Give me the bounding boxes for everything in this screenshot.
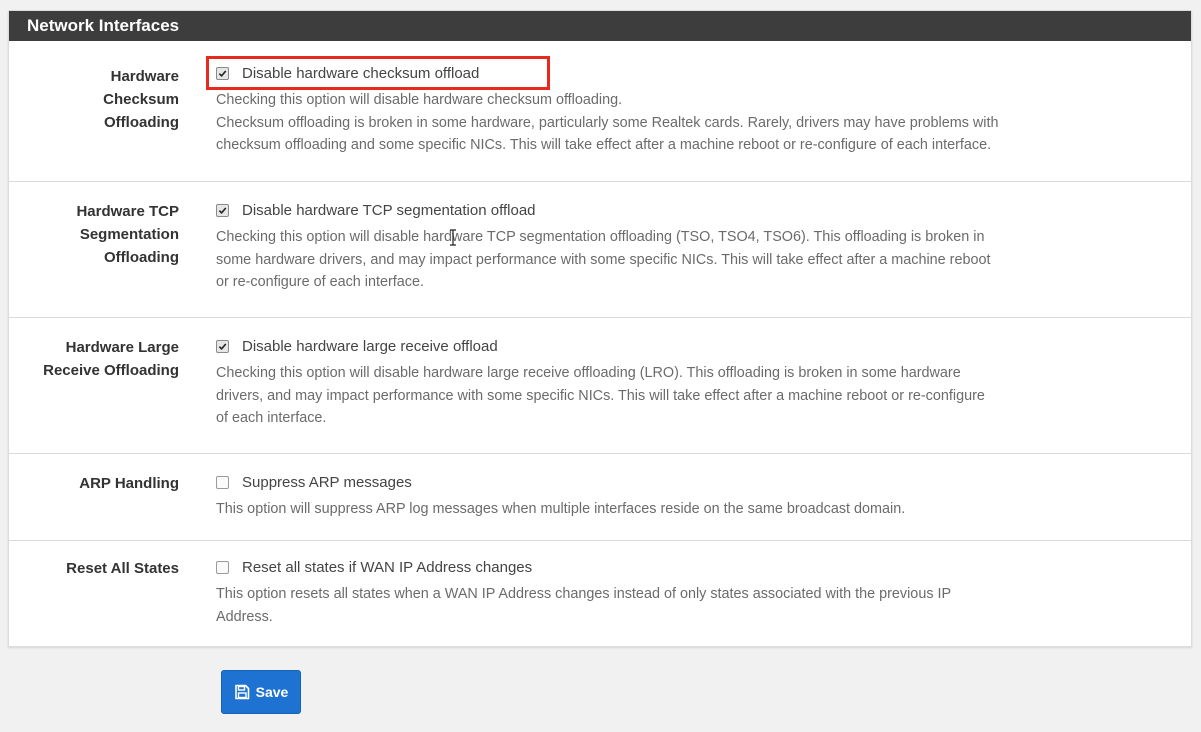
option-label: Hardware Large Receive Offloading [43,339,179,379]
save-button[interactable]: Save [221,670,301,714]
help-text: This option resets all states when a WAN… [216,586,952,625]
checkbox-label: Reset all states if WAN IP Address chang… [242,558,533,576]
reset-states-checkbox-line[interactable]: Reset all states if WAN IP Address chang… [216,556,1181,578]
help-text: This option will suppress ARP log messag… [216,501,906,517]
checkbox-label: Disable hardware TCP segmentation offloa… [242,201,536,219]
option-row-arp-handling: ARP Handling Suppress ARP messages This … [9,454,1191,541]
highlight-box [206,56,550,90]
save-button-label: Save [255,684,289,700]
help-text: Checking this option will disable hardwa… [216,229,991,290]
text-cursor-icon [450,229,456,246]
reset-states-checkbox[interactable] [216,560,229,574]
suppress-arp-checkbox[interactable] [216,475,229,489]
option-row-reset-states: Reset All States Reset all states if WAN… [9,541,1191,647]
panel-title: Network Interfaces [9,11,1191,41]
checkmark-icon [218,342,227,350]
network-interfaces-panel: Network Interfaces Hardware Checksum Off… [8,10,1192,647]
option-row-large-receive: Hardware Large Receive Offloading Disabl… [9,318,1191,454]
tcp-segmentation-checkbox-line[interactable]: Disable hardware TCP segmentation offloa… [216,199,1181,221]
disable-tso-checkbox[interactable] [216,203,229,217]
option-label: Hardware Checksum Offloading [103,68,179,131]
checkbox-label: Suppress ARP messages [242,473,412,491]
checkmark-icon [218,206,227,214]
floppy-disk-icon [234,684,249,700]
disable-lro-checkbox[interactable] [216,339,229,353]
option-row-checksum: Hardware Checksum Offloading Disable har… [9,41,1191,182]
option-row-tcp-segmentation: Hardware TCP Segmentation Offloading Dis… [9,182,1191,318]
option-label: Hardware TCP Segmentation Offloading [76,203,179,266]
large-receive-checkbox-line[interactable]: Disable hardware large receive offload [216,335,1181,357]
checkbox-label: Disable hardware large receive offload [242,337,498,355]
option-label: Reset All States [66,560,179,577]
help-text: Checking this option will disable hardwa… [216,365,985,426]
option-label: ARP Handling [79,475,179,492]
help-text: Checking this option will disable hardwa… [216,92,999,153]
arp-checkbox-line[interactable]: Suppress ARP messages [216,471,1181,493]
